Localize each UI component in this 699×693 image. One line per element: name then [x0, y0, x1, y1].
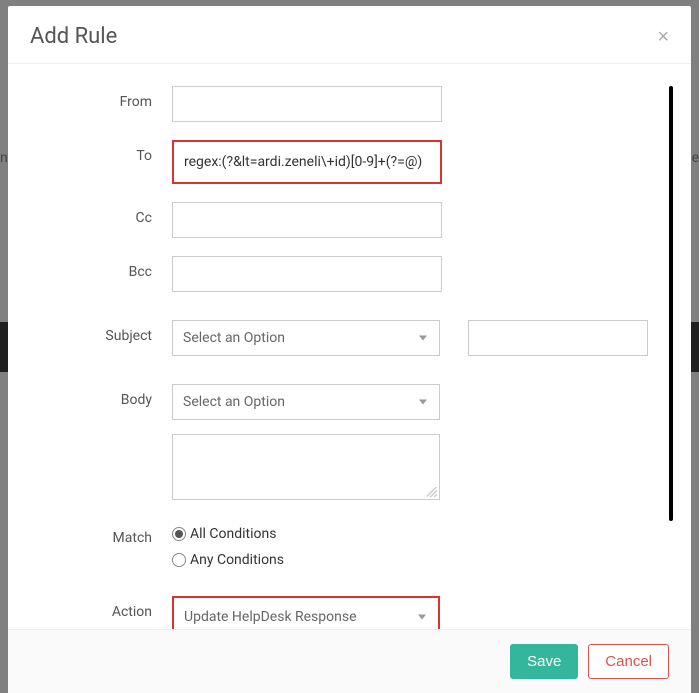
from-label: From	[30, 86, 172, 110]
action-select[interactable]: Update HelpDesk Response	[172, 596, 440, 629]
bcc-label: Bcc	[30, 256, 172, 280]
background-text-left: n	[0, 150, 8, 166]
action-label: Action	[30, 596, 172, 620]
modal-header: Add Rule ×	[8, 6, 691, 64]
save-button[interactable]: Save	[510, 644, 578, 679]
scrollbar-thumb[interactable]	[669, 86, 673, 521]
subject-select-value: Select an Option	[183, 330, 285, 346]
subject-label: Subject	[30, 320, 172, 344]
resize-handle-icon[interactable]	[427, 487, 437, 497]
match-all-radio[interactable]: All Conditions	[172, 526, 284, 542]
body-label: Body	[30, 384, 172, 408]
modal-title: Add Rule	[30, 24, 117, 49]
add-rule-modal: Add Rule × From To Cc Bcc	[8, 6, 691, 693]
action-select-value: Update HelpDesk Response	[184, 609, 357, 625]
radio-icon	[172, 553, 186, 567]
background-text-right: e	[692, 150, 699, 166]
bcc-input[interactable]	[172, 256, 442, 292]
cancel-button[interactable]: Cancel	[588, 644, 669, 679]
to-input[interactable]	[172, 140, 442, 184]
match-any-radio[interactable]: Any Conditions	[172, 552, 284, 568]
body-textarea[interactable]	[172, 434, 440, 500]
chevron-down-icon	[419, 336, 427, 341]
match-any-label: Any Conditions	[190, 552, 284, 568]
scrollbar[interactable]	[669, 86, 673, 608]
chevron-down-icon	[419, 400, 427, 405]
from-input[interactable]	[172, 86, 442, 122]
chevron-down-icon	[418, 615, 426, 620]
cc-input[interactable]	[172, 202, 442, 238]
subject-extra-input[interactable]	[468, 320, 648, 356]
body-select[interactable]: Select an Option	[172, 384, 440, 420]
body-select-value: Select an Option	[183, 394, 285, 410]
match-label: Match	[30, 522, 172, 546]
modal-footer: Save Cancel	[8, 629, 691, 693]
cc-label: Cc	[30, 202, 172, 226]
close-icon[interactable]: ×	[657, 27, 669, 47]
to-label: To	[30, 140, 172, 164]
subject-select[interactable]: Select an Option	[172, 320, 440, 356]
match-all-label: All Conditions	[190, 526, 276, 542]
radio-icon	[172, 527, 186, 541]
modal-body: From To Cc Bcc Subject	[8, 64, 691, 629]
